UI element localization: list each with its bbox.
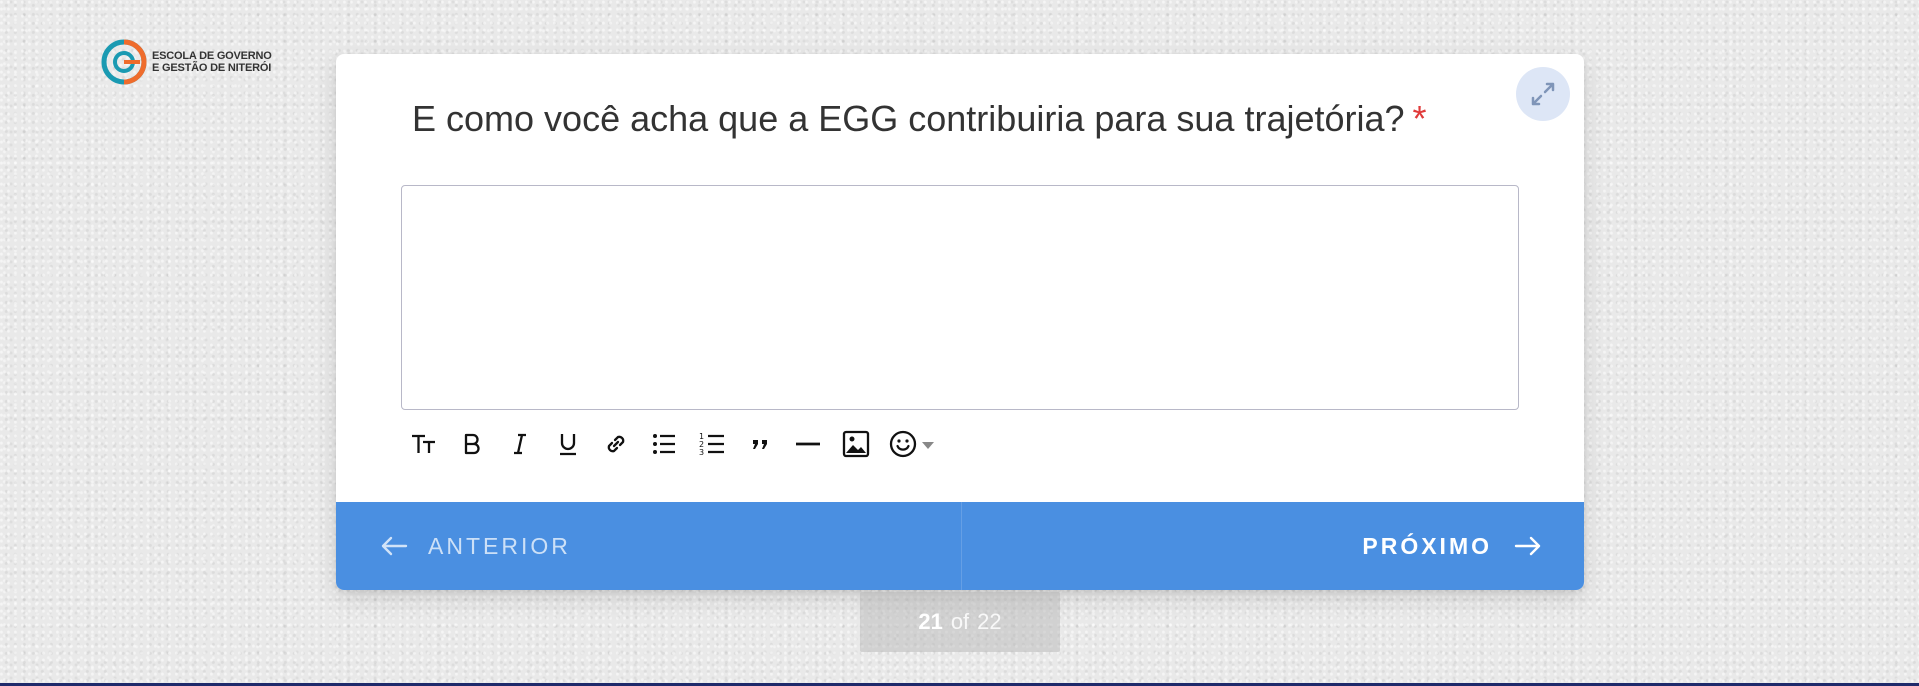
total-pages: 22	[977, 609, 1002, 634]
arrow-right-icon	[1514, 536, 1541, 556]
page-indicator: 21 of 22	[860, 592, 1060, 652]
italic-icon	[514, 433, 526, 455]
divider-button[interactable]	[785, 424, 831, 464]
bullet-list-icon	[653, 434, 675, 454]
underline-button[interactable]	[545, 424, 591, 464]
quote-icon	[753, 440, 767, 449]
rich-text-toolbar: 1 2 3	[401, 424, 941, 464]
underline-icon	[560, 434, 576, 456]
logo-line-2: E GESTÃO DE NITERÓI	[152, 62, 272, 74]
bold-icon	[464, 433, 480, 455]
previous-label: ANTERIOR	[428, 532, 571, 559]
bold-button[interactable]	[449, 424, 495, 464]
egg-logo-icon	[101, 39, 147, 85]
quote-button[interactable]	[737, 424, 783, 464]
svg-text:3: 3	[699, 448, 704, 457]
italic-button[interactable]	[497, 424, 543, 464]
pager-of-label: of	[950, 609, 970, 634]
current-page: 21	[918, 609, 943, 634]
expand-icon	[1531, 82, 1555, 106]
arrow-left-icon	[381, 536, 408, 556]
divider-icon	[796, 442, 820, 446]
emoji-button[interactable]	[881, 424, 941, 464]
link-button[interactable]	[593, 424, 639, 464]
numbered-list-button[interactable]: 1 2 3	[689, 424, 735, 464]
question-title: E como você acha que a EGG contribuiria …	[412, 98, 1427, 140]
question-text: E como você acha que a EGG contribuiria …	[412, 98, 1405, 139]
text-size-button[interactable]	[401, 424, 447, 464]
bullet-list-button[interactable]	[641, 424, 687, 464]
link-icon	[607, 435, 625, 453]
required-mark: *	[1412, 98, 1427, 139]
logo-line-1: ESCOLA DE GOVERNO	[152, 50, 272, 62]
answer-textarea[interactable]	[401, 185, 1519, 410]
image-button[interactable]	[833, 424, 879, 464]
text-size-icon	[412, 434, 435, 453]
emoji-icon	[889, 430, 917, 458]
numbered-list-icon: 1 2 3	[699, 432, 724, 457]
next-button[interactable]: PRÓXIMO	[962, 502, 1585, 590]
navigation-bar: ANTERIOR PRÓXIMO	[336, 502, 1584, 590]
logo: ESCOLA DE GOVERNO E GESTÃO DE NITERÓI	[100, 38, 272, 86]
image-icon	[842, 430, 870, 458]
previous-button[interactable]: ANTERIOR	[336, 502, 962, 590]
question-card: E como você acha que a EGG contribuiria …	[336, 54, 1584, 590]
next-label: PRÓXIMO	[1362, 532, 1492, 559]
logo-text: ESCOLA DE GOVERNO E GESTÃO DE NITERÓI	[152, 50, 272, 74]
chevron-down-icon	[922, 441, 934, 449]
expand-button[interactable]	[1516, 67, 1570, 121]
